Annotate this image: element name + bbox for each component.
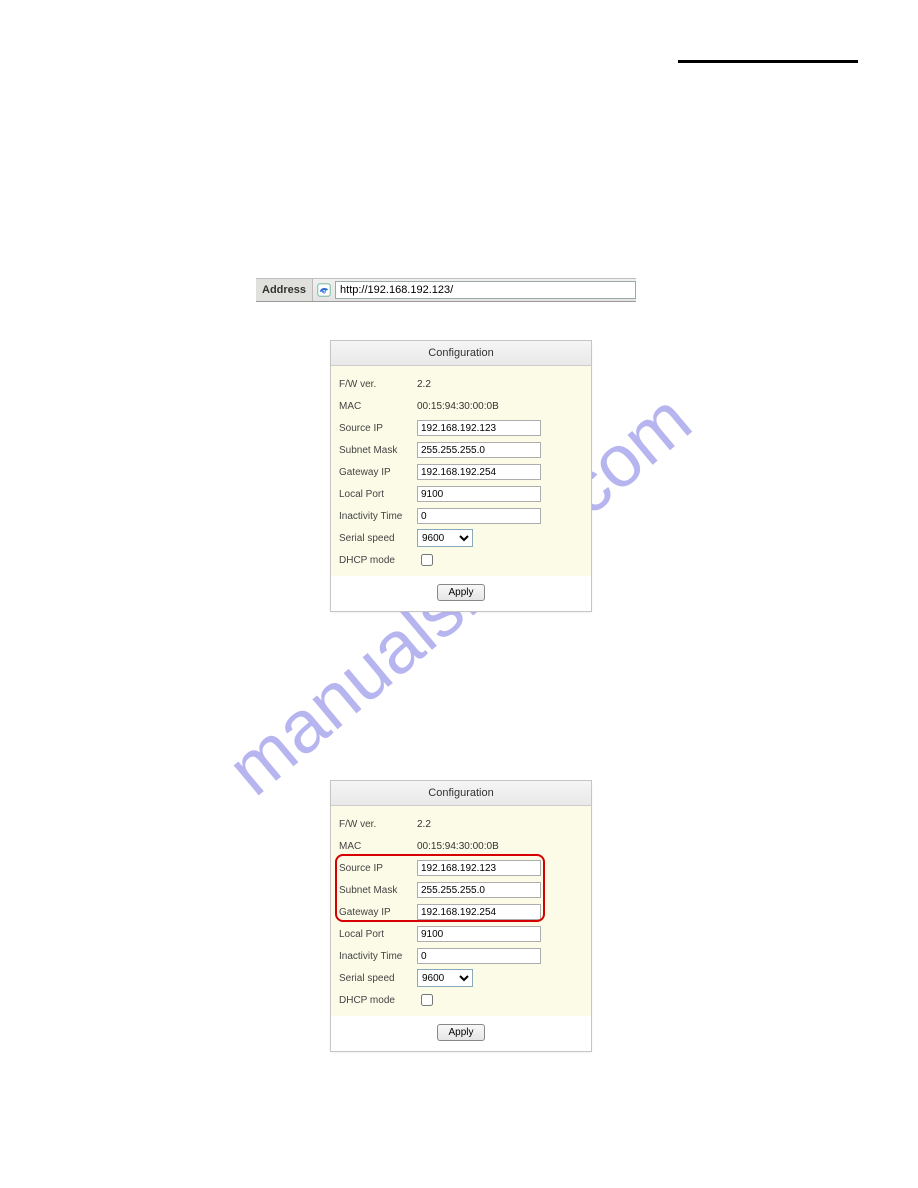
serial-speed-select-2[interactable]: 9600 xyxy=(417,969,473,987)
row-inactivity-time: Inactivity Time xyxy=(339,506,583,526)
fw-ver-value: 2.2 xyxy=(417,379,431,390)
row-local-port-2: Local Port xyxy=(339,924,583,944)
row-fw-ver-2: F/W ver. 2.2 xyxy=(339,814,583,834)
configuration-panel-1: Configuration F/W ver. 2.2 MAC 00:15:94:… xyxy=(330,340,592,612)
local-port-input[interactable] xyxy=(417,486,541,502)
mac-value: 00:15:94:30:00:0B xyxy=(417,401,499,412)
dhcp-mode-label-2: DHCP mode xyxy=(339,995,417,1006)
fw-ver-value-2: 2.2 xyxy=(417,819,431,830)
source-ip-input[interactable] xyxy=(417,420,541,436)
inactivity-time-label-2: Inactivity Time xyxy=(339,951,417,962)
gateway-ip-label: Gateway IP xyxy=(339,467,417,478)
row-subnet-mask-2: Subnet Mask xyxy=(339,880,583,900)
row-serial-speed: Serial speed 9600 xyxy=(339,528,583,548)
local-port-input-2[interactable] xyxy=(417,926,541,942)
row-subnet-mask: Subnet Mask xyxy=(339,440,583,460)
source-ip-input-2[interactable] xyxy=(417,860,541,876)
source-ip-label-2: Source IP xyxy=(339,863,417,874)
mac-value-2: 00:15:94:30:00:0B xyxy=(417,841,499,852)
row-serial-speed-2: Serial speed 9600 xyxy=(339,968,583,988)
address-url-input[interactable]: http://192.168.192.123/ xyxy=(335,281,636,299)
subnet-mask-label-2: Subnet Mask xyxy=(339,885,417,896)
address-bar: Address e http://192.168.192.123/ xyxy=(256,278,636,302)
gateway-ip-input[interactable] xyxy=(417,464,541,480)
svg-text:e: e xyxy=(322,287,327,296)
inactivity-time-label: Inactivity Time xyxy=(339,511,417,522)
dhcp-mode-checkbox[interactable] xyxy=(421,554,433,566)
config-header: Configuration xyxy=(331,341,591,366)
dhcp-mode-label: DHCP mode xyxy=(339,555,417,566)
gateway-ip-input-2[interactable] xyxy=(417,904,541,920)
row-dhcp-mode: DHCP mode xyxy=(339,550,583,570)
row-inactivity-time-2: Inactivity Time xyxy=(339,946,583,966)
ie-page-icon: e xyxy=(316,282,332,298)
serial-speed-label-2: Serial speed xyxy=(339,973,417,984)
dhcp-mode-checkbox-2[interactable] xyxy=(421,994,433,1006)
mac-label-2: MAC xyxy=(339,841,417,852)
serial-speed-label: Serial speed xyxy=(339,533,417,544)
subnet-mask-label: Subnet Mask xyxy=(339,445,417,456)
mac-label: MAC xyxy=(339,401,417,412)
apply-button-2[interactable]: Apply xyxy=(437,1024,484,1041)
inactivity-time-input-2[interactable] xyxy=(417,948,541,964)
row-gateway-ip: Gateway IP xyxy=(339,462,583,482)
address-label: Address xyxy=(256,279,313,301)
row-source-ip-2: Source IP xyxy=(339,858,583,878)
fw-ver-label: F/W ver. xyxy=(339,379,417,390)
local-port-label-2: Local Port xyxy=(339,929,417,940)
row-dhcp-mode-2: DHCP mode xyxy=(339,990,583,1010)
row-source-ip: Source IP xyxy=(339,418,583,438)
subnet-mask-input[interactable] xyxy=(417,442,541,458)
local-port-label: Local Port xyxy=(339,489,417,500)
row-fw-ver: F/W ver. 2.2 xyxy=(339,374,583,394)
row-mac: MAC 00:15:94:30:00:0B xyxy=(339,396,583,416)
row-gateway-ip-2: Gateway IP xyxy=(339,902,583,922)
row-mac-2: MAC 00:15:94:30:00:0B xyxy=(339,836,583,856)
serial-speed-select[interactable]: 9600 xyxy=(417,529,473,547)
row-local-port: Local Port xyxy=(339,484,583,504)
config-header-2: Configuration xyxy=(331,781,591,806)
gateway-ip-label-2: Gateway IP xyxy=(339,907,417,918)
inactivity-time-input[interactable] xyxy=(417,508,541,524)
configuration-panel-2: Configuration F/W ver. 2.2 MAC 00:15:94:… xyxy=(330,780,592,1052)
apply-button[interactable]: Apply xyxy=(437,584,484,601)
subnet-mask-input-2[interactable] xyxy=(417,882,541,898)
fw-ver-label-2: F/W ver. xyxy=(339,819,417,830)
top-rule xyxy=(678,60,858,63)
source-ip-label: Source IP xyxy=(339,423,417,434)
